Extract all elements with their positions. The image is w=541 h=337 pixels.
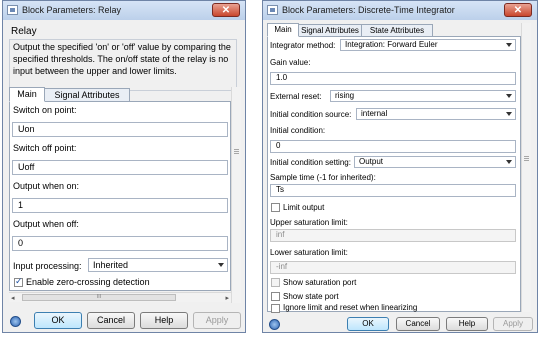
- limit-output-checkbox[interactable]: [271, 203, 280, 212]
- ic-source-select[interactable]: internal: [356, 108, 516, 120]
- ic-source-label: Initial condition source:: [270, 110, 352, 119]
- dti-client: Main Signal Attributes State Attributes …: [263, 20, 537, 332]
- scroll-right-icon[interactable]: ▸: [225, 294, 229, 302]
- tab-main[interactable]: Main: [267, 23, 299, 37]
- dti-title-bar[interactable]: Block Parameters: Discrete-Time Integrat…: [263, 1, 537, 20]
- scroll-grip-3: [524, 160, 529, 161]
- description-line-1: Output the specified 'on' or 'off' value…: [13, 42, 231, 52]
- output-on-label: Output when on:: [13, 181, 80, 191]
- relay-client: Relay Output the specified 'on' or 'off'…: [3, 20, 245, 332]
- scroll-thumb[interactable]: III: [22, 294, 176, 301]
- block-name-label: Relay: [11, 26, 37, 37]
- tab-main[interactable]: Main: [9, 87, 45, 102]
- scroll-thumb-mark: III: [96, 294, 102, 300]
- description-line-3: input between the upper and lower limits…: [13, 66, 177, 76]
- scroll-grip-3: [234, 153, 239, 154]
- zero-crossing-label: Enable zero-crossing detection: [26, 277, 150, 287]
- help-button[interactable]: Help: [446, 317, 488, 331]
- block-icon: [267, 5, 278, 15]
- gain-label: Gain value:: [270, 58, 311, 67]
- show-state-port-label: Show state port: [283, 292, 339, 301]
- scroll-grip-1: [234, 149, 239, 150]
- show-saturation-port-label: Show saturation port: [283, 278, 357, 287]
- upper-saturation-field: inf: [270, 229, 516, 242]
- output-off-field[interactable]: 0: [12, 236, 228, 251]
- gain-field[interactable]: 1.0: [270, 72, 516, 85]
- ic-field[interactable]: 0: [270, 140, 516, 153]
- tab-signal-attributes[interactable]: Signal Attributes: [44, 88, 130, 102]
- relay-dialog: Block Parameters: Relay ✕ Relay Output t…: [2, 0, 246, 333]
- ignore-limit-label: Ignore limit and reset when linearizing: [283, 303, 418, 312]
- help-button[interactable]: Help: [140, 312, 188, 329]
- integrator-method-label: Integrator method:: [270, 41, 336, 50]
- cancel-button[interactable]: Cancel: [396, 317, 440, 331]
- description-line-2: specified thresholds. The on/off state o…: [13, 54, 229, 64]
- external-reset-label: External reset:: [270, 92, 322, 101]
- dti-window-title: Block Parameters: Discrete-Time Integrat…: [282, 5, 455, 15]
- show-state-port-checkbox[interactable]: [271, 292, 280, 301]
- block-icon: [7, 5, 18, 15]
- ignore-limit-checkbox[interactable]: [271, 304, 280, 313]
- cancel-button[interactable]: Cancel: [87, 312, 135, 329]
- chevron-down-icon: [506, 94, 512, 98]
- lower-saturation-label: Lower saturation limit:: [270, 248, 348, 257]
- parameters-panel: Switch on point: Uon Switch off point: U…: [9, 101, 231, 291]
- dti-dialog: Block Parameters: Discrete-Time Integrat…: [262, 0, 538, 333]
- vertical-scrollbar[interactable]: [231, 87, 241, 303]
- output-off-label: Output when off:: [13, 219, 79, 229]
- switch-on-label: Switch on point:: [13, 105, 77, 115]
- vertical-scrollbar[interactable]: [521, 23, 531, 312]
- scroll-grip-1: [524, 156, 529, 157]
- relay-window-title: Block Parameters: Relay: [22, 5, 122, 15]
- scroll-left-icon[interactable]: ◂: [11, 294, 15, 302]
- relay-title-bar[interactable]: Block Parameters: Relay ✕: [3, 1, 245, 20]
- ic-source-value: internal: [361, 109, 388, 118]
- input-processing-select[interactable]: Inherited: [88, 258, 228, 272]
- apply-button[interactable]: Apply: [493, 317, 533, 331]
- ic-setting-value: Output: [359, 157, 384, 166]
- limit-output-label: Limit output: [283, 203, 325, 212]
- ic-setting-select[interactable]: Output: [354, 156, 516, 168]
- switch-on-field[interactable]: Uon: [12, 122, 228, 137]
- ic-setting-label: Initial condition setting:: [270, 158, 351, 167]
- chevron-down-icon: [506, 43, 512, 47]
- chevron-down-icon: [218, 263, 224, 267]
- switch-off-label: Switch off point:: [13, 143, 77, 153]
- output-on-field[interactable]: 1: [12, 198, 228, 213]
- ok-button[interactable]: OK: [34, 312, 82, 329]
- zero-crossing-checkbox[interactable]: [14, 276, 23, 287]
- close-icon[interactable]: ✕: [212, 3, 240, 17]
- apply-button[interactable]: Apply: [193, 312, 241, 329]
- lower-saturation-field: -inf: [270, 261, 516, 274]
- sample-time-field[interactable]: Ts: [270, 184, 516, 197]
- show-saturation-port-checkbox: [271, 278, 280, 287]
- external-reset-value: rising: [335, 91, 355, 100]
- ok-button[interactable]: OK: [347, 317, 389, 331]
- external-reset-select[interactable]: rising: [330, 90, 516, 102]
- close-icon[interactable]: ✕: [504, 3, 532, 17]
- description-group: Output the specified 'on' or 'off' value…: [9, 39, 237, 91]
- integrator-method-select[interactable]: Integration: Forward Euler: [340, 39, 516, 51]
- ic-label: Initial condition:: [270, 126, 326, 135]
- input-processing-label: Input processing:: [13, 261, 82, 271]
- sample-time-label: Sample time (-1 for inherited):: [270, 173, 376, 182]
- upper-saturation-label: Upper saturation limit:: [270, 218, 348, 227]
- scroll-grip-2: [524, 158, 529, 159]
- chevron-down-icon: [506, 112, 512, 116]
- parameters-panel: Integrator method: Integration: Forward …: [267, 36, 521, 313]
- help-icon[interactable]: [269, 319, 280, 330]
- integrator-method-value: Integration: Forward Euler: [345, 40, 438, 49]
- chevron-down-icon: [506, 160, 512, 164]
- help-icon[interactable]: [10, 316, 21, 327]
- horizontal-scrollbar[interactable]: ◂ III ▸: [9, 292, 231, 302]
- switch-off-field[interactable]: Uoff: [12, 160, 228, 175]
- scroll-grip-2: [234, 151, 239, 152]
- input-processing-value: Inherited: [93, 260, 129, 270]
